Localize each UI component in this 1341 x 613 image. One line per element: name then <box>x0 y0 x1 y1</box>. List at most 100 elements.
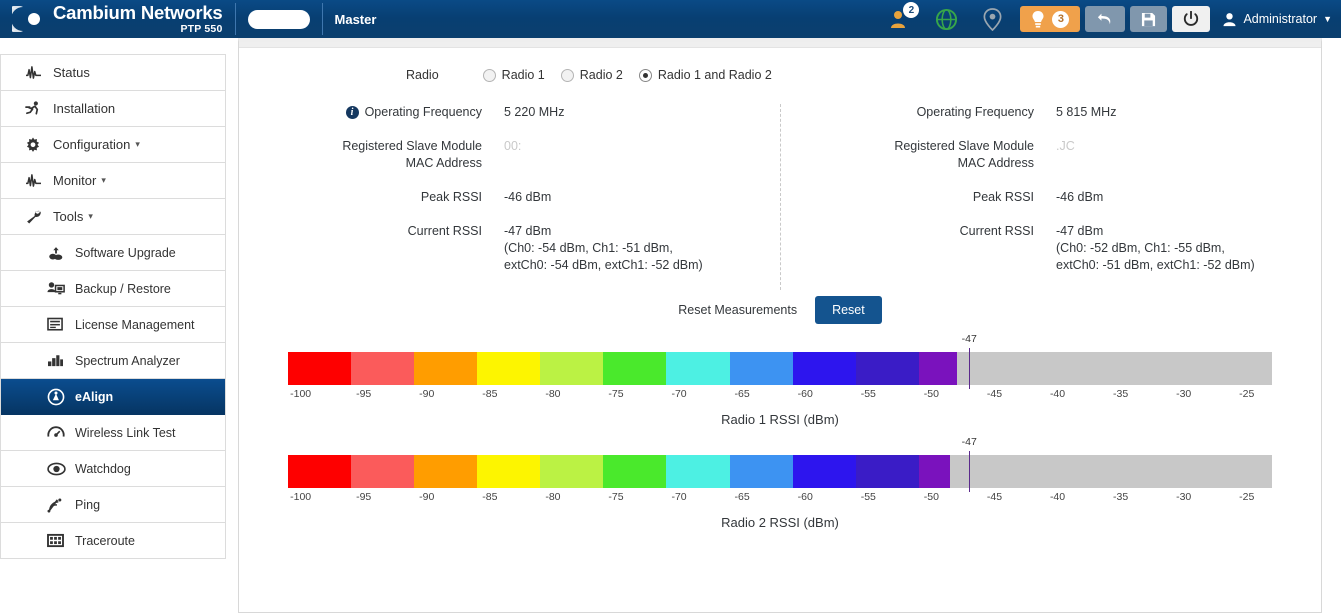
axis-tick-label: -55 <box>861 491 876 503</box>
rssi-bar-segment <box>603 455 666 488</box>
info-label: Registered Slave Module MAC Address <box>799 138 1034 172</box>
current-rssi-marker-label: -47 <box>962 436 977 448</box>
backup-restore-icon <box>47 281 69 297</box>
info-label-text: Current RSSI <box>960 223 1034 240</box>
sidebar-item-label: Configuration <box>53 137 130 152</box>
info-label-text: Peak RSSI <box>421 189 482 206</box>
info-value: -46 dBm <box>504 189 551 206</box>
rssi-bar-segment <box>414 352 477 385</box>
info-row: Operating Frequency5 815 MHz <box>799 104 1319 121</box>
rssi-bar-segment <box>540 455 603 488</box>
globe-icon <box>935 8 958 31</box>
info-label-text: Registered Slave Module MAC Address <box>882 138 1034 172</box>
undo-icon <box>1096 11 1114 27</box>
radio-button[interactable] <box>639 69 652 82</box>
axis-tick-label: -45 <box>987 491 1002 503</box>
sidebar-item-watchdog[interactable]: Watchdog <box>1 451 225 487</box>
sidebar-item-software-upgrade[interactable]: Software Upgrade <box>1 235 225 271</box>
sidebar-item-label: Traceroute <box>75 534 135 548</box>
current-rssi-marker-label: -47 <box>962 333 977 345</box>
info-value: -47 dBm (Ch0: -54 dBm, Ch1: -51 dBm, ext… <box>504 223 703 274</box>
main-content-panel: Radio Radio 1Radio 2Radio 1 and Radio 2 … <box>238 38 1322 613</box>
axis-tick-label: -85 <box>482 491 497 503</box>
sidebar-item-spectrum-analyzer[interactable]: Spectrum Analyzer <box>1 343 225 379</box>
sidebar-item-ping[interactable]: Ping <box>1 487 225 523</box>
sidebar-item-license-management[interactable]: License Management <box>1 307 225 343</box>
radio-option-2[interactable]: Radio 2 <box>561 68 623 82</box>
undo-button[interactable] <box>1085 6 1125 32</box>
runner-icon <box>25 101 47 117</box>
sidebar-item-wireless-link-test[interactable]: Wireless Link Test <box>1 415 225 451</box>
current-rssi-marker <box>969 451 970 492</box>
radio-option-1[interactable]: Radio 1 <box>483 68 545 82</box>
chevron-down-icon: ▾ <box>101 175 106 186</box>
rssi-bar-segment <box>666 352 729 385</box>
axis-tick-label: -60 <box>798 388 813 400</box>
radio-option-3[interactable]: Radio 1 and Radio 2 <box>639 68 772 82</box>
rssi-bar-segment <box>919 455 951 488</box>
axis-tick-label: -70 <box>671 388 686 400</box>
radio-button[interactable] <box>483 69 496 82</box>
cambium-logo-icon <box>12 6 46 32</box>
save-button[interactable] <box>1130 6 1167 32</box>
info-label: Current RSSI <box>247 223 482 274</box>
axis-tick-label: -95 <box>356 388 371 400</box>
rssi-bar-track: -47 <box>288 455 1272 488</box>
info-icon[interactable]: i <box>346 106 359 119</box>
rssi-charts: -47-100-95-90-85-80-75-70-65-60-55-50-45… <box>239 352 1321 530</box>
axis-tick-label: -40 <box>1050 388 1065 400</box>
rssi-bar-segment <box>666 455 729 488</box>
sidebar-item-label: Installation <box>53 101 115 116</box>
info-row: Peak RSSI-46 dBm <box>799 189 1319 206</box>
alerts-button[interactable]: 3 <box>1020 6 1080 32</box>
sidebar-item-installation[interactable]: Installation <box>1 91 225 127</box>
signal-wave-icon <box>25 173 47 188</box>
axis-tick-label: -90 <box>419 491 434 503</box>
globe-button[interactable] <box>923 0 970 38</box>
header-actions: 2 3 <box>877 0 1341 38</box>
sidebar-item-status[interactable]: Status <box>1 55 225 91</box>
brand-logo-area: Cambium Networks PTP 550 <box>0 0 223 38</box>
rssi-bar-segment <box>351 352 414 385</box>
app-header: Cambium Networks PTP 550 Master 2 <box>0 0 1341 38</box>
sidebar-item-label: Ping <box>75 498 100 512</box>
radio-options: Radio 1 Radio 2 Radio 1 and Radio 2 <box>483 68 788 82</box>
reset-button[interactable]: Reset <box>815 296 882 324</box>
rssi-bar-segment <box>856 455 919 488</box>
info-label: Peak RSSI <box>247 189 482 206</box>
brand-text: Cambium Networks PTP 550 <box>53 4 223 34</box>
sidebar-item-monitor[interactable]: Monitor ▾ <box>1 163 225 199</box>
info-row: iOperating Frequency5 220 MHz <box>247 104 767 121</box>
info-row: Registered Slave Module MAC Address .JC <box>799 138 1319 172</box>
info-label-text: Current RSSI <box>408 223 482 240</box>
gear-icon <box>25 137 47 153</box>
axis-tick-label: -90 <box>419 388 434 400</box>
sidebar-item-traceroute[interactable]: Traceroute <box>1 523 225 559</box>
user-sessions-button[interactable]: 2 <box>877 0 923 38</box>
radio-2-info-column: Operating Frequency5 815 MHz Registered S… <box>799 104 1319 291</box>
header-divider-1 <box>235 3 236 35</box>
power-button[interactable] <box>1172 6 1210 32</box>
info-value: 00: <box>504 138 521 172</box>
axis-tick-label: -65 <box>735 388 750 400</box>
axis-tick-label: -75 <box>608 388 623 400</box>
location-button[interactable] <box>970 0 1015 38</box>
rssi-bar-segment <box>793 455 856 488</box>
sidebar-item-configuration[interactable]: Configuration▾ <box>1 127 225 163</box>
sidebar-item-tools[interactable]: Tools▾ <box>1 199 225 235</box>
sidebar-item-label: Monitor <box>53 173 96 188</box>
info-row: Current RSSI -47 dBm (Ch0: -54 dBm, Ch1: … <box>247 223 767 274</box>
info-value: .JC <box>1056 138 1075 172</box>
sidebar-item-ealign[interactable]: eAlign <box>1 379 225 415</box>
panel-top-strip <box>239 42 1321 48</box>
info-value: -47 dBm (Ch0: -52 dBm, Ch1: -55 dBm, ext… <box>1056 223 1255 274</box>
admin-menu[interactable]: Administrator ▼ <box>1222 12 1332 27</box>
sidebar-item-backup-restore[interactable]: Backup / Restore <box>1 271 225 307</box>
rssi-bar-segment <box>288 455 351 488</box>
rssi-bar-segment <box>793 352 856 385</box>
info-label-text: Registered Slave Module MAC Address <box>330 138 482 172</box>
brand-model: PTP 550 <box>53 24 223 35</box>
radio-button[interactable] <box>561 69 574 82</box>
rssi-bar-track: -47 <box>288 352 1272 385</box>
rssi-bar-segment <box>414 455 477 488</box>
